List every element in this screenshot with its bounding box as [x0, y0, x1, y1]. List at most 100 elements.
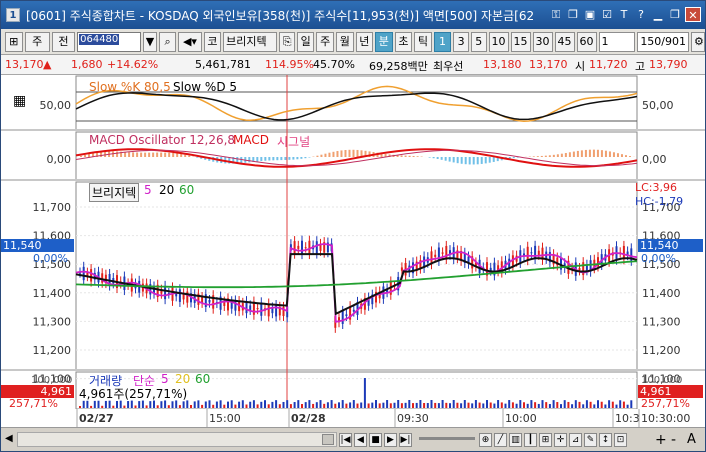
volume-bar	[204, 401, 207, 408]
minute-15[interactable]: 15	[510, 31, 531, 52]
pin-icon[interactable]: ⊞	[5, 31, 23, 52]
volume-bar	[134, 405, 137, 408]
period-month[interactable]: 월	[336, 31, 354, 52]
category-button[interactable]: 코	[203, 31, 222, 52]
speaker-icon[interactable]: ◀▾	[178, 31, 202, 52]
volume-bar	[271, 401, 274, 408]
volume-bar	[378, 403, 381, 408]
macd-bar	[288, 157, 291, 160]
volume-bar	[212, 404, 215, 408]
letter-t-icon[interactable]: T	[617, 7, 631, 22]
close-button[interactable]: ✕	[685, 7, 701, 22]
help-icon[interactable]: ?	[634, 7, 648, 22]
period-year[interactable]: 년	[355, 31, 374, 52]
minute-5[interactable]: 5	[470, 31, 487, 52]
zoom-tool-icon[interactable]: ⊕	[479, 433, 492, 447]
stock-code-input[interactable]: 064480	[77, 31, 141, 52]
macd-bar	[456, 157, 459, 164]
zoom-out-button[interactable]: -	[671, 432, 676, 448]
minute-3[interactable]: 3	[453, 31, 469, 52]
last-icon[interactable]: ▶|	[399, 433, 412, 447]
volume-bar	[127, 401, 130, 408]
stock-type-select[interactable]: 주	[24, 31, 50, 52]
volume-bar	[585, 400, 588, 408]
volume-bar	[434, 402, 437, 408]
count-field[interactable]: 150/901	[637, 31, 690, 52]
period-minute[interactable]: 분	[375, 31, 393, 52]
interval-select[interactable]: 1	[598, 31, 636, 52]
price-tick-left: 11,300	[33, 315, 72, 328]
volume-bar	[497, 400, 500, 408]
signal-label: 시그널	[277, 135, 311, 149]
search-icon[interactable]: ⌕	[158, 31, 177, 52]
volume-bar	[597, 400, 599, 408]
settings-grid-icon[interactable]: ▦	[13, 93, 26, 109]
copy-icon[interactable]: ⎘	[279, 31, 295, 52]
toolbar: ⊞ 주 전 064480 ▼ ⌕ ◀▾ 코 브리지텍 ⎘ 일 주 월 년 분 초…	[1, 29, 706, 55]
candle-tool-icon[interactable]: ▥	[509, 433, 522, 447]
volume-bar	[415, 402, 418, 408]
macd-bar	[328, 152, 331, 157]
chart-area[interactable]: 11,700 11,700 11,600 11,600 11,500 11,500 11,4…	[1, 75, 705, 427]
stop-icon[interactable]: ■	[369, 433, 382, 447]
scroll-left-icon[interactable]: ◀	[5, 433, 13, 444]
period-second[interactable]: 초	[394, 31, 413, 52]
speed-slider[interactable]	[419, 437, 475, 440]
volume-bar	[252, 400, 255, 408]
candle-body	[534, 245, 537, 260]
macd-bar	[540, 155, 543, 157]
period-tick[interactable]: 틱	[414, 31, 432, 52]
settings-icon[interactable]: ⚙	[691, 31, 706, 52]
quote-bar: 13,170 ▲ 1,680 +14.62% 5,461,781 114.95%…	[1, 55, 705, 75]
volume-bar	[630, 400, 633, 408]
macd-bar	[132, 152, 135, 157]
minute-45[interactable]: 45	[554, 31, 575, 52]
volume-bar	[101, 405, 104, 408]
volume-bar	[412, 403, 414, 408]
lock-icon[interactable]: ⚿	[549, 7, 563, 22]
period-week[interactable]: 주	[316, 31, 334, 52]
x-axis-label: 09:30	[397, 412, 429, 425]
volume-bar	[215, 401, 218, 408]
ask-price: 13,180	[483, 58, 522, 71]
period-day[interactable]: 일	[296, 31, 315, 52]
pane-separator	[1, 179, 705, 181]
print-icon[interactable]: ▣	[583, 7, 597, 22]
candle-body	[304, 247, 307, 249]
period-select[interactable]: 전	[51, 31, 76, 52]
prev-icon[interactable]: ◀	[354, 433, 367, 447]
restore-button[interactable]: ❐	[668, 7, 682, 22]
volume-bar	[278, 404, 281, 408]
volume-bar	[123, 405, 126, 408]
font-size-button[interactable]: A	[687, 432, 696, 447]
sort-tool-icon[interactable]: ↕	[599, 433, 612, 447]
scrollbar-thumb[interactable]	[322, 434, 334, 445]
minute-10[interactable]: 10	[488, 31, 509, 52]
minute-60[interactable]: 60	[576, 31, 597, 52]
copy-icon[interactable]: ❐	[566, 7, 580, 22]
pen-tool-icon[interactable]: ✎	[584, 433, 597, 447]
minute-30[interactable]: 30	[532, 31, 553, 52]
title-bar[interactable]: 1 [0601] 주식종합차트 - KOSDAQ 외국인보유[358(천)] 주…	[1, 1, 705, 29]
first-icon[interactable]: |◀	[339, 433, 352, 447]
checkbox-icon[interactable]: ☑	[600, 7, 614, 22]
grid-tool-icon[interactable]: ⊞	[539, 433, 552, 447]
volume-bar	[626, 404, 629, 408]
line-tool-icon[interactable]: ╱	[494, 433, 507, 447]
bar-tool-icon[interactable]: ┃	[524, 433, 537, 447]
minute-1[interactable]: 1	[433, 31, 452, 52]
minimize-button[interactable]: ▁	[651, 7, 665, 22]
volume-bar	[293, 402, 296, 408]
macd-bar	[432, 157, 435, 159]
cross-tool-icon[interactable]: ✛	[554, 433, 567, 447]
scrollbar-track[interactable]	[17, 432, 337, 447]
zoom-in-button[interactable]: +	[655, 432, 667, 448]
text-tool-icon[interactable]: ⊡	[614, 433, 627, 447]
ruler-tool-icon[interactable]: ⊿	[569, 433, 582, 447]
window-title: [0601] 주식종합차트 - KOSDAQ 외국인보유[358(천)] 주식수…	[26, 8, 535, 23]
dropdown-icon[interactable]: ▼	[142, 31, 157, 52]
volume-bar	[482, 403, 485, 408]
vol-ma5-legend: 5	[161, 372, 169, 386]
next-icon[interactable]: ▶	[384, 433, 397, 447]
volume-bar	[382, 402, 385, 408]
